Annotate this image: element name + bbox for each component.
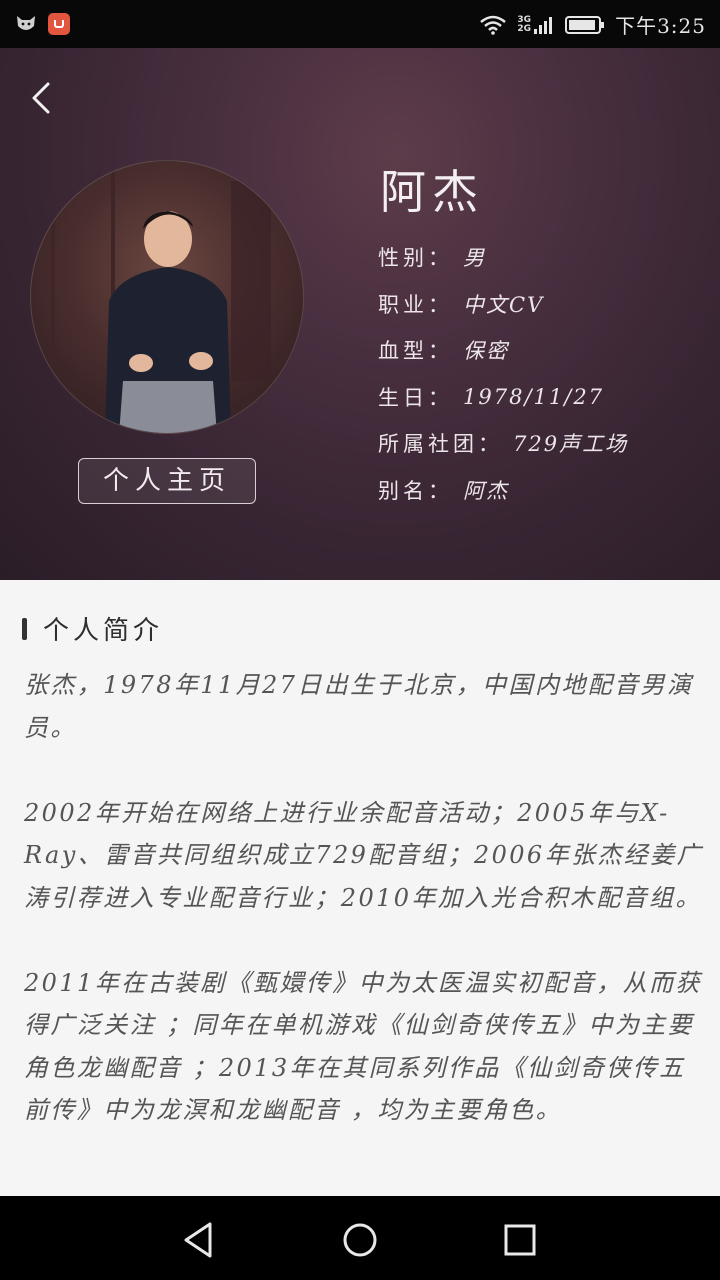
- battery-icon: [565, 15, 605, 34]
- avatar: [30, 160, 304, 434]
- info-row-blood-type: 血型： 保密: [378, 327, 628, 374]
- signal-icon: [534, 16, 553, 34]
- nav-home-icon[interactable]: [338, 1218, 382, 1262]
- intro-paragraph: 张杰，1978年11月27日出生于北京，中国内地配音男演员。: [24, 671, 694, 742]
- back-icon[interactable]: [22, 76, 62, 120]
- section-marker: [22, 617, 27, 640]
- artist-info-list: 性别： 男 职业： 中文CV 血型： 保密 生日： 1978/11/27 所属社…: [378, 234, 628, 513]
- info-value: 中文CV: [463, 292, 545, 317]
- intro-section: 个人简介 张杰，1978年11月27日出生于北京，中国内地配音男演员。 2002…: [0, 580, 720, 1196]
- info-row-club: 所属社团： 729声工场: [378, 420, 628, 467]
- intro-paragraph: 2011年在古装剧《甄嬛传》中为太医温实初配音，从而获得广泛关注 ；同年在单机游…: [24, 968, 702, 1125]
- artist-header: 个人主页 阿杰 性别： 男 职业： 中文CV 血型： 保密 生日： 1978/1…: [0, 48, 720, 580]
- clock: 下午3:25: [615, 14, 706, 38]
- wifi-icon: [480, 15, 507, 35]
- info-row-gender: 性别： 男: [378, 234, 628, 281]
- intro-body[interactable]: 张杰，1978年11月27日出生于北京，中国内地配音男演员。 2002年开始在网…: [24, 664, 704, 1174]
- artist-name: 阿杰: [380, 165, 484, 219]
- info-label: 性别：: [378, 246, 453, 271]
- info-value: 保密: [463, 339, 509, 364]
- intro-paragraph: 2002年开始在网络上进行业余配音活动；2005年与X-Ray、雷音共同组织成立…: [24, 798, 703, 912]
- nav-back-icon[interactable]: [178, 1218, 222, 1262]
- section-title: 个人简介: [22, 610, 163, 647]
- cat-app-icon: [17, 16, 35, 30]
- nav-recents-icon[interactable]: [498, 1218, 542, 1262]
- info-label: 职业：: [378, 292, 453, 317]
- info-value: 1978/11/27: [463, 384, 605, 409]
- personal-homepage-button[interactable]: 个人主页: [78, 458, 256, 504]
- info-row-alias: 别名： 阿杰: [378, 467, 628, 514]
- network-type: 3G 2G: [517, 14, 532, 34]
- info-label: 所属社团：: [378, 432, 503, 457]
- info-row-occupation: 职业： 中文CV: [378, 281, 628, 328]
- navigation-bar: [0, 1196, 720, 1280]
- info-value: 阿杰: [463, 478, 509, 503]
- info-value: 男: [463, 246, 486, 271]
- info-label: 血型：: [378, 339, 453, 364]
- section-title-text: 个人简介: [43, 616, 164, 646]
- info-row-birthday: 生日： 1978/11/27: [378, 374, 628, 421]
- shopping-app-icon: [48, 13, 70, 35]
- info-label: 生日：: [378, 385, 453, 410]
- status-bar: 3G 2G 下午3:25: [0, 0, 720, 48]
- info-label: 别名：: [378, 478, 453, 503]
- info-value: 729声工场: [513, 432, 629, 457]
